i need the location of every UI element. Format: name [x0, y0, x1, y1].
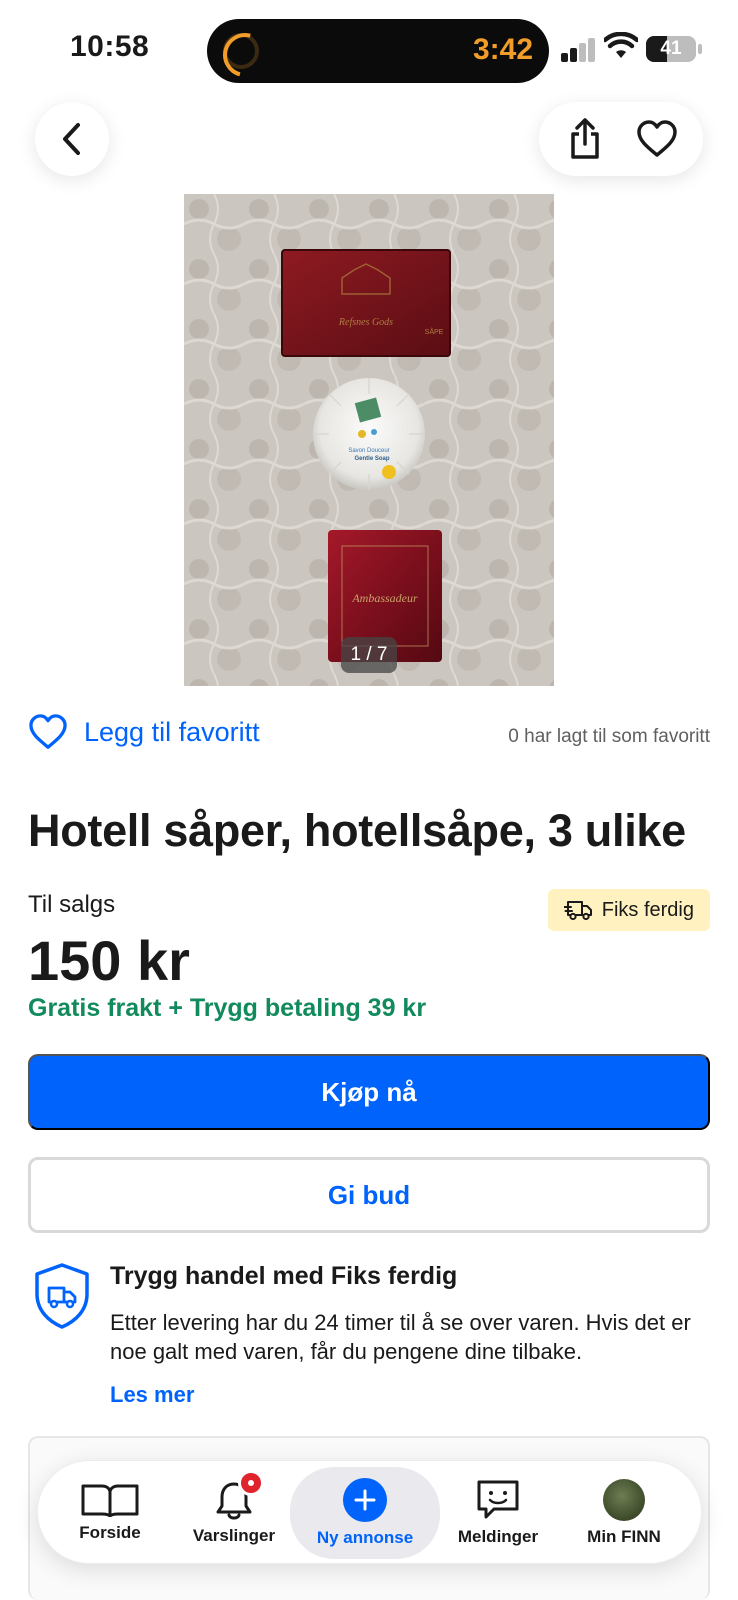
- svg-text:Refsnes Gods: Refsnes Gods: [338, 317, 393, 328]
- tab-label: Min FINN: [587, 1527, 661, 1546]
- favorite-button[interactable]: [627, 109, 687, 169]
- listing-photo[interactable]: Refsnes Gods SÅPE Savon Douceur Gentle S…: [184, 194, 554, 686]
- read-more-link[interactable]: Les mer: [110, 1382, 194, 1408]
- shipping-info: Gratis frakt + Trygg betaling 39 kr: [28, 994, 427, 1022]
- book-icon: [81, 1484, 139, 1517]
- safe-trade-description: Etter levering har du 24 timer til å se …: [110, 1310, 691, 1364]
- tab-meldinger[interactable]: Meldinger: [442, 1461, 554, 1565]
- timer-text: 3:42: [472, 33, 533, 66]
- favorite-count: 0 har lagt til som favoritt: [508, 726, 710, 747]
- back-button[interactable]: [35, 102, 109, 176]
- wifi-icon: [604, 32, 638, 58]
- status-time: 10:58: [70, 30, 150, 63]
- add-favorite-label: Legg til favoritt: [84, 716, 260, 747]
- heart-outline-icon: [29, 714, 67, 749]
- tab-forside[interactable]: Forside: [58, 1461, 162, 1565]
- svg-text:Savon Douceur: Savon Douceur: [348, 448, 389, 454]
- avatar: [603, 1479, 645, 1521]
- chevron-left-icon: [63, 123, 80, 155]
- chat-icon: [477, 1480, 519, 1519]
- battery-icon: 41: [646, 36, 696, 62]
- tab-min-finn[interactable]: Min FINN: [568, 1461, 680, 1565]
- badge-label: Fiks ferdig: [601, 898, 694, 921]
- tab-ny-annonse[interactable]: Ny annonse: [290, 1467, 440, 1559]
- battery-level: 41: [660, 38, 682, 59]
- sale-type: Til salgs: [28, 891, 116, 918]
- soap-photo: Refsnes Gods SÅPE Savon Douceur Gentle S…: [184, 194, 554, 686]
- tab-label: Ny annonse: [316, 1528, 414, 1547]
- plus-icon: [343, 1478, 387, 1522]
- share-button[interactable]: [555, 109, 615, 169]
- photo-counter: 1 / 7: [341, 637, 397, 673]
- notification-badge: [238, 1470, 264, 1496]
- tab-label: Meldinger: [457, 1527, 539, 1546]
- shield-delivery-icon: [35, 1263, 89, 1329]
- svg-text:Gentle Soap: Gentle Soap: [354, 456, 389, 462]
- svg-text:Ambassadeur: Ambassadeur: [351, 591, 418, 605]
- delivery-truck-icon: [563, 901, 592, 921]
- tab-label: Varslinger: [192, 1526, 276, 1545]
- tab-varslinger[interactable]: Varslinger: [172, 1461, 296, 1565]
- svg-text:SÅPE: SÅPE: [425, 327, 444, 336]
- fiks-ferdig-badge: Fiks ferdig: [547, 889, 710, 931]
- safe-trade-title: Trygg handel med Fiks ferdig: [110, 1262, 458, 1290]
- dynamic-island: 3:42: [207, 19, 549, 83]
- buy-now-button[interactable]: Kjøp nå: [28, 1054, 710, 1130]
- add-favorite-button[interactable]: Legg til favoritt: [28, 714, 260, 750]
- make-bid-button[interactable]: Gi bud: [28, 1157, 710, 1233]
- bottom-tab-bar: Forside Varslinger Ny annonse Meldinger …: [37, 1460, 702, 1564]
- top-actions: [539, 102, 703, 176]
- share-icon: [571, 118, 599, 159]
- tab-label: Forside: [79, 1523, 141, 1542]
- listing-title: Hotell såper, hotellsåpe, 3 ulike: [28, 805, 686, 856]
- timer-icon: [223, 33, 259, 69]
- cellular-signal-icon: [561, 36, 597, 62]
- heart-outline-icon: [637, 120, 677, 157]
- price: 150 kr: [28, 929, 190, 992]
